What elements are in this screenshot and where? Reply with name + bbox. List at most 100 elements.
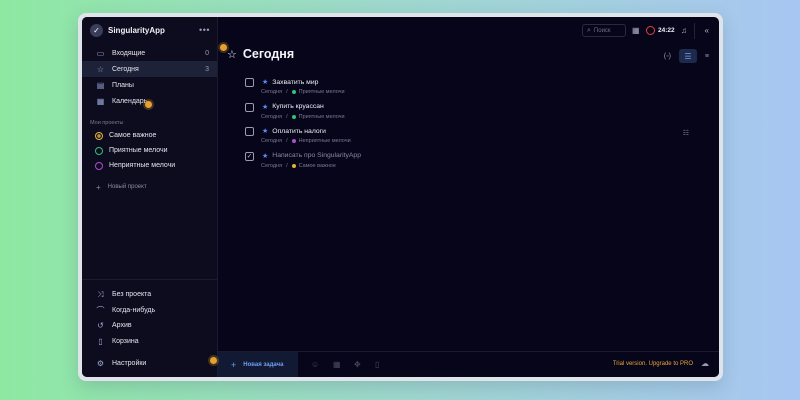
task-title-text: Захватить мир — [272, 78, 319, 86]
star-icon: ☆ — [227, 48, 237, 61]
inbox-icon: ▭ — [96, 48, 105, 58]
sidebar-item-trash[interactable]: ▯ Корзина — [82, 334, 217, 350]
project-dot-icon — [291, 90, 296, 94]
task-title[interactable]: ★ Купить круассан — [262, 103, 324, 111]
upgrade-link[interactable]: Trial version. Upgrade to PRO — [613, 361, 693, 367]
project-color-icon — [95, 161, 103, 170]
new-project-label: Новый проект — [107, 184, 147, 190]
onboarding-hint-dot[interactable] — [145, 101, 152, 108]
collapse-icon[interactable]: « — [705, 26, 709, 35]
sidebar-item-label: Календарь — [112, 97, 148, 105]
sidebar-item-label: Сегодня — [112, 65, 139, 73]
sidebar-project-important[interactable]: Самое важное — [82, 128, 217, 143]
task-title[interactable]: ★ Написать про SingularityApp — [262, 152, 361, 160]
star-icon: ★ — [262, 152, 269, 160]
cloud-sync-icon[interactable]: ☁ — [701, 359, 709, 368]
project-label: Самое важное — [109, 132, 157, 139]
app-logo-icon: ✓ — [90, 23, 103, 37]
sidebar-bottom-nav: ⤨ Без проекта ⌒ Когда-нибудь ↺ Архив ▯ К… — [82, 279, 217, 372]
project-dot-icon — [291, 163, 296, 168]
app-window: ✓ SingularityApp ••• ▭ Входящие 0 ☆ Сего… — [82, 17, 719, 377]
sort-icon[interactable]: ≡ — [705, 53, 709, 60]
task-title-text: Оплатить налоги — [272, 127, 326, 135]
onboarding-hint-dot[interactable] — [210, 357, 217, 364]
task-date: Сегодня — [261, 113, 283, 120]
new-task-button[interactable]: + Новая задача — [218, 352, 298, 377]
new-project-button[interactable]: + Новый проект — [82, 179, 217, 195]
star-icon: ★ — [262, 79, 269, 86]
task-checkbox[interactable] — [245, 78, 254, 87]
new-task-label: Новая задача — [243, 362, 284, 368]
main-panel: ⌕ Поиск ▦ 24:22 ♫ « ☆ Сегодня (◦) ☰ ≡ ★ … — [218, 17, 719, 377]
task-date: Сегодня — [261, 162, 283, 169]
sidebar-item-archive[interactable]: ↺ Архив — [82, 318, 217, 334]
calendar-icon: ▦ — [96, 96, 105, 106]
smile-icon[interactable]: ☺ — [311, 360, 319, 369]
sidebar-project-unpleasant[interactable]: Неприятные мелочи — [82, 158, 217, 173]
topbar-divider — [694, 23, 695, 39]
timer-icon[interactable] — [646, 26, 655, 35]
task-checkbox[interactable] — [245, 127, 254, 136]
task-row[interactable]: ★ Купить круассан Сегодня / Приятные мел… — [245, 102, 695, 127]
meta-separator: / — [286, 138, 288, 144]
task-list: ★ Захватить мир Сегодня / Приятные мелоч… — [245, 77, 695, 175]
view-controls: (◦) ☰ ≡ — [664, 49, 709, 63]
archive-icon: ↺ — [97, 321, 104, 331]
project-label: Неприятные мелочи — [109, 162, 176, 169]
task-title[interactable]: ★ Захватить мир — [262, 78, 319, 87]
move-icon[interactable]: ✥ — [354, 360, 361, 369]
task-project: Самое важное — [298, 162, 336, 169]
sidebar-item-count: 3 — [205, 65, 209, 73]
timer-value[interactable]: 24:22 — [658, 27, 675, 34]
search-input[interactable]: ⌕ Поиск — [582, 24, 626, 37]
task-project: Приятные мелочи — [298, 89, 345, 95]
sidebar-item-label: Корзина — [112, 337, 139, 345]
plus-icon: + — [231, 360, 237, 370]
task-checkbox[interactable] — [245, 102, 254, 112]
list-view-icon[interactable]: ☰ — [678, 49, 697, 63]
bell-icon[interactable]: ♫ — [681, 26, 687, 35]
task-meta: Сегодня / Приятные мелочи — [261, 89, 345, 95]
task-row[interactable]: ★ Оплатить налоги Сегодня / Неприятные м… — [245, 126, 695, 151]
project-color-icon — [95, 131, 103, 140]
search-icon: ⌕ — [587, 26, 591, 34]
sidebar-project-pleasant[interactable]: Приятные мелочи — [82, 143, 217, 158]
onboarding-hint-dot[interactable] — [220, 44, 227, 51]
task-row[interactable]: ✓ ★ Написать про SingularityApp Сегодня … — [245, 151, 695, 176]
task-title-text: Написать про SingularityApp — [272, 152, 361, 159]
checklist-icon[interactable]: ☷ — [683, 129, 689, 137]
task-date: Сегодня — [261, 89, 283, 95]
project-color-icon — [95, 146, 103, 155]
focus-view-icon[interactable]: (◦) — [664, 53, 671, 60]
search-placeholder: Поиск — [593, 27, 611, 34]
task-checkbox-checked[interactable]: ✓ — [245, 151, 254, 161]
projects-section-title: Мои проекты — [90, 119, 124, 126]
project-dot-icon — [291, 114, 296, 119]
sidebar-item-inbox[interactable]: ▭ Входящие 0 — [82, 45, 217, 61]
calendar-icon[interactable]: ▦ — [333, 360, 341, 369]
task-date: Сегодня — [261, 138, 283, 144]
sidebar-item-today[interactable]: ☆ Сегодня 3 — [82, 61, 217, 77]
trash-icon[interactable]: ▯ — [375, 360, 379, 369]
ellipsis-icon[interactable]: ••• — [199, 25, 210, 35]
page-header: ☆ Сегодня — [227, 47, 294, 61]
project-dot-icon — [291, 139, 296, 143]
sidebar-header: ✓ SingularityApp ••• — [82, 17, 217, 43]
task-title[interactable]: ★ Оплатить налоги — [262, 127, 326, 136]
app-title: SingularityApp — [108, 25, 165, 35]
sidebar-item-count: 0 — [205, 49, 209, 57]
task-row[interactable]: ★ Захватить мир Сегодня / Приятные мелоч… — [245, 77, 695, 102]
sidebar-item-plans[interactable]: ▤ Планы — [82, 77, 217, 93]
sidebar-item-settings[interactable]: ⚙ Настройки — [82, 356, 217, 372]
sidebar-item-someday[interactable]: ⌒ Когда-нибудь — [82, 303, 217, 319]
task-project: Приятные мелочи — [298, 113, 345, 120]
app-window-frame: ✓ SingularityApp ••• ▭ Входящие 0 ☆ Сего… — [78, 13, 723, 381]
calendar-icon[interactable]: ▦ — [632, 26, 640, 35]
task-meta: Сегодня / Неприятные мелочи — [261, 138, 351, 144]
plans-icon: ▤ — [96, 80, 105, 90]
sidebar-item-label: Планы — [112, 81, 134, 89]
trash-icon: ▯ — [98, 336, 103, 346]
project-label: Приятные мелочи — [109, 147, 168, 154]
sidebar-item-no-project[interactable]: ⤨ Без проекта — [82, 287, 217, 303]
sidebar-item-label: Входящие — [112, 49, 146, 57]
